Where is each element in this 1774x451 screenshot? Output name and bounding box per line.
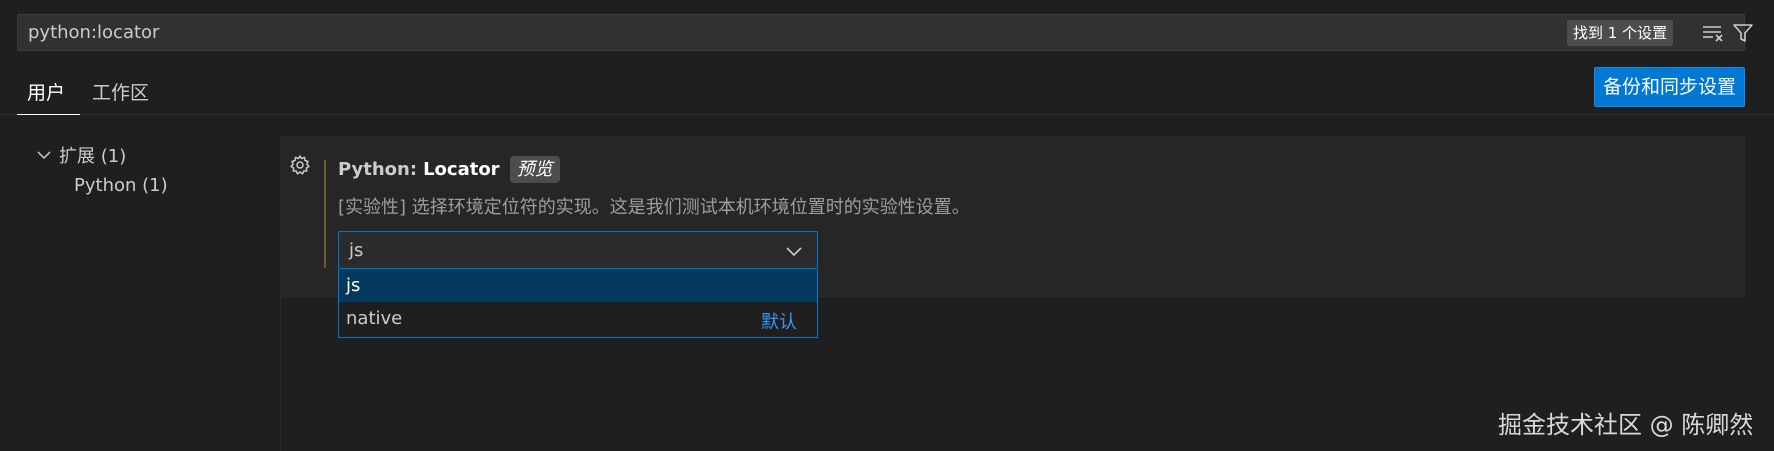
filter-icon[interactable] — [1732, 22, 1754, 44]
clear-filter-icon[interactable] — [1702, 24, 1724, 42]
chevron-down-icon — [37, 151, 51, 160]
option-label: native — [346, 308, 403, 329]
option-label: js — [346, 275, 361, 296]
settings-search-bar[interactable]: 找到 1 个设置 — [17, 14, 1753, 51]
tab-workspace[interactable]: 工作区 — [92, 78, 149, 105]
tree-item-extensions[interactable]: 扩展 (1) — [37, 142, 126, 168]
option-js[interactable]: js — [339, 269, 817, 302]
option-native[interactable]: native 默认 — [339, 302, 817, 335]
watermark: 掘金技术社区 @ 陈卿然 — [1498, 411, 1754, 439]
gear-icon[interactable] — [289, 154, 311, 176]
locator-select[interactable]: js — [338, 231, 818, 269]
setting-name: Locator — [423, 159, 500, 180]
preview-badge: 预览 — [509, 156, 560, 183]
setting-title: Python: Locator 预览 — [338, 156, 560, 183]
tree-item-python[interactable]: Python (1) — [74, 175, 168, 196]
active-tab-indicator — [17, 114, 80, 115]
chevron-down-icon — [786, 247, 802, 257]
tree-item-extensions-label: 扩展 (1) — [59, 146, 127, 167]
select-dropdown-list: js native 默认 — [338, 269, 818, 338]
backup-and-sync-button[interactable]: 备份和同步设置 — [1594, 67, 1745, 107]
tab-user[interactable]: 用户 — [27, 78, 65, 105]
setting-description: [实验性] 选择环境定位符的实现。这是我们测试本机环境位置时的实验性设置。 — [338, 197, 970, 218]
setting-category: Python: — [338, 159, 418, 180]
settings-search-input[interactable] — [18, 15, 1518, 50]
tabs-divider — [0, 114, 1774, 115]
modified-indicator — [324, 160, 326, 268]
select-current-value: js — [349, 240, 364, 261]
search-result-count-badge: 找到 1 个设置 — [1567, 20, 1674, 46]
default-tag: 默认 — [761, 312, 797, 333]
